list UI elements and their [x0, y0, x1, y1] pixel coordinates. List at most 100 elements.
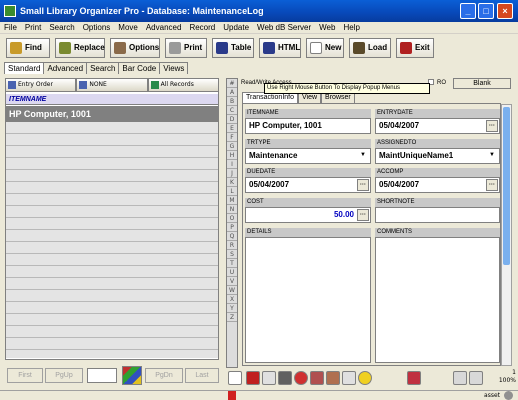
- entrydate-field[interactable]: 05/04/2007 ···: [375, 118, 500, 134]
- menu-move[interactable]: Move: [114, 22, 142, 34]
- details-textarea[interactable]: [245, 237, 371, 363]
- tab-bar-code[interactable]: Bar Code: [118, 62, 161, 74]
- letter-j[interactable]: J: [227, 169, 237, 178]
- record-number-input[interactable]: [87, 368, 117, 383]
- letter-v[interactable]: V: [227, 277, 237, 286]
- exit-button[interactable]: Exit: [396, 38, 434, 58]
- duedate-field[interactable]: 05/04/2007 ···: [245, 177, 371, 193]
- menu-web[interactable]: Web: [315, 22, 339, 34]
- letter-h[interactable]: H: [227, 151, 237, 160]
- pgup-button[interactable]: PgUp: [45, 368, 83, 383]
- menu-advanced[interactable]: Advanced: [142, 22, 186, 34]
- letter-c[interactable]: C: [227, 106, 237, 115]
- letter-index[interactable]: #: [227, 79, 237, 88]
- new-button[interactable]: New: [306, 38, 344, 58]
- options-button[interactable]: Options: [110, 38, 160, 58]
- date-picker-icon[interactable]: ···: [357, 179, 369, 191]
- letter-a[interactable]: A: [227, 88, 237, 97]
- lightbulb-icon[interactable]: [358, 371, 372, 385]
- letter-s[interactable]: S: [227, 250, 237, 259]
- letter-y[interactable]: Y: [227, 304, 237, 313]
- letter-k[interactable]: K: [227, 178, 237, 187]
- paste-icon[interactable]: [326, 371, 340, 385]
- minimize-button[interactable]: _: [460, 3, 476, 19]
- letter-p[interactable]: P: [227, 223, 237, 232]
- menu-update[interactable]: Update: [219, 22, 253, 34]
- letter-d[interactable]: D: [227, 115, 237, 124]
- next-record-icon[interactable]: [469, 371, 483, 385]
- letter-b[interactable]: B: [227, 97, 237, 106]
- load-button[interactable]: Load: [349, 38, 391, 58]
- chevron-down-icon[interactable]: ▼: [357, 150, 369, 162]
- letter-u[interactable]: U: [227, 268, 237, 277]
- blank-button[interactable]: Blank: [453, 78, 511, 89]
- comments-textarea[interactable]: [375, 237, 500, 363]
- checkbox-icon[interactable]: [228, 371, 242, 385]
- menu-options[interactable]: Options: [79, 22, 115, 34]
- form-scrollbar[interactable]: [501, 104, 512, 366]
- tab-views[interactable]: Views: [159, 62, 189, 74]
- first-label: First: [18, 372, 32, 379]
- assignedto-select[interactable]: MaintUniqueName1 ▼: [375, 148, 500, 164]
- list-rows[interactable]: [6, 122, 218, 358]
- trash-icon[interactable]: [278, 371, 292, 385]
- trtype-select[interactable]: Maintenance ▼: [245, 148, 371, 164]
- cost-value: 50.00: [333, 210, 354, 219]
- all-records-button[interactable]: All Records: [147, 78, 219, 92]
- prev-record-icon[interactable]: [453, 371, 467, 385]
- menu-record[interactable]: Record: [185, 22, 219, 34]
- html-button[interactable]: HTML: [259, 38, 301, 58]
- letter-q[interactable]: Q: [227, 232, 237, 241]
- letter-t[interactable]: T: [227, 259, 237, 268]
- replace-button[interactable]: Replace: [55, 38, 105, 58]
- letter-f[interactable]: F: [227, 133, 237, 142]
- table-button[interactable]: Table: [212, 38, 254, 58]
- list-column-header[interactable]: ITEMNAME: [6, 94, 218, 105]
- page-icon[interactable]: [342, 371, 356, 385]
- find-button[interactable]: Find: [6, 38, 50, 58]
- entry-order-button[interactable]: Entry Order: [5, 78, 77, 92]
- letter-m[interactable]: M: [227, 196, 237, 205]
- accomp-field[interactable]: 05/04/2007 ···: [375, 177, 500, 193]
- letter-l[interactable]: L: [227, 187, 237, 196]
- letter-x[interactable]: X: [227, 295, 237, 304]
- scrollbar-thumb[interactable]: [503, 107, 510, 265]
- document-icon[interactable]: [262, 371, 276, 385]
- chevron-down-icon[interactable]: ▼: [486, 150, 498, 162]
- pgdn-button[interactable]: PgDn: [145, 368, 183, 383]
- close-button[interactable]: ×: [497, 3, 513, 19]
- letter-o[interactable]: O: [227, 214, 237, 223]
- menu-search[interactable]: Search: [45, 22, 78, 34]
- menu-web-db-server[interactable]: Web dB Server: [253, 22, 315, 34]
- maximize-button[interactable]: □: [478, 3, 494, 19]
- back-arrow-icon[interactable]: [246, 371, 260, 385]
- cost-field[interactable]: 50.00 ···: [245, 207, 371, 223]
- first-button[interactable]: First: [7, 368, 43, 383]
- calculator-icon[interactable]: ···: [357, 209, 369, 221]
- tab-advanced[interactable]: Advanced: [43, 62, 88, 74]
- menu-file[interactable]: File: [0, 22, 21, 34]
- letter-i[interactable]: I: [227, 160, 237, 169]
- copy-icon[interactable]: [310, 371, 324, 385]
- last-button[interactable]: Last: [185, 368, 219, 383]
- date-picker-icon[interactable]: ···: [486, 120, 498, 132]
- refresh-icon[interactable]: [294, 371, 308, 385]
- letter-e[interactable]: E: [227, 124, 237, 133]
- shortnote-field[interactable]: [375, 207, 500, 223]
- menu-print[interactable]: Print: [21, 22, 45, 34]
- list-item-selected[interactable]: HP Computer, 1001: [6, 106, 218, 122]
- date-picker-icon[interactable]: ···: [486, 179, 498, 191]
- letter-r[interactable]: R: [227, 241, 237, 250]
- report-icon[interactable]: [407, 371, 421, 385]
- letter-z[interactable]: Z: [227, 313, 237, 322]
- letter-n[interactable]: N: [227, 205, 237, 214]
- none-button[interactable]: NONE: [76, 78, 148, 92]
- color-palette-icon[interactable]: [122, 366, 142, 385]
- tab-standard[interactable]: Standard: [4, 62, 45, 74]
- print-button[interactable]: Print: [165, 38, 207, 58]
- letter-w[interactable]: W: [227, 286, 237, 295]
- menu-help[interactable]: Help: [339, 22, 363, 34]
- letter-g[interactable]: G: [227, 142, 237, 151]
- itemname-field[interactable]: HP Computer, 1001: [245, 118, 371, 134]
- tab-search[interactable]: Search: [86, 62, 120, 74]
